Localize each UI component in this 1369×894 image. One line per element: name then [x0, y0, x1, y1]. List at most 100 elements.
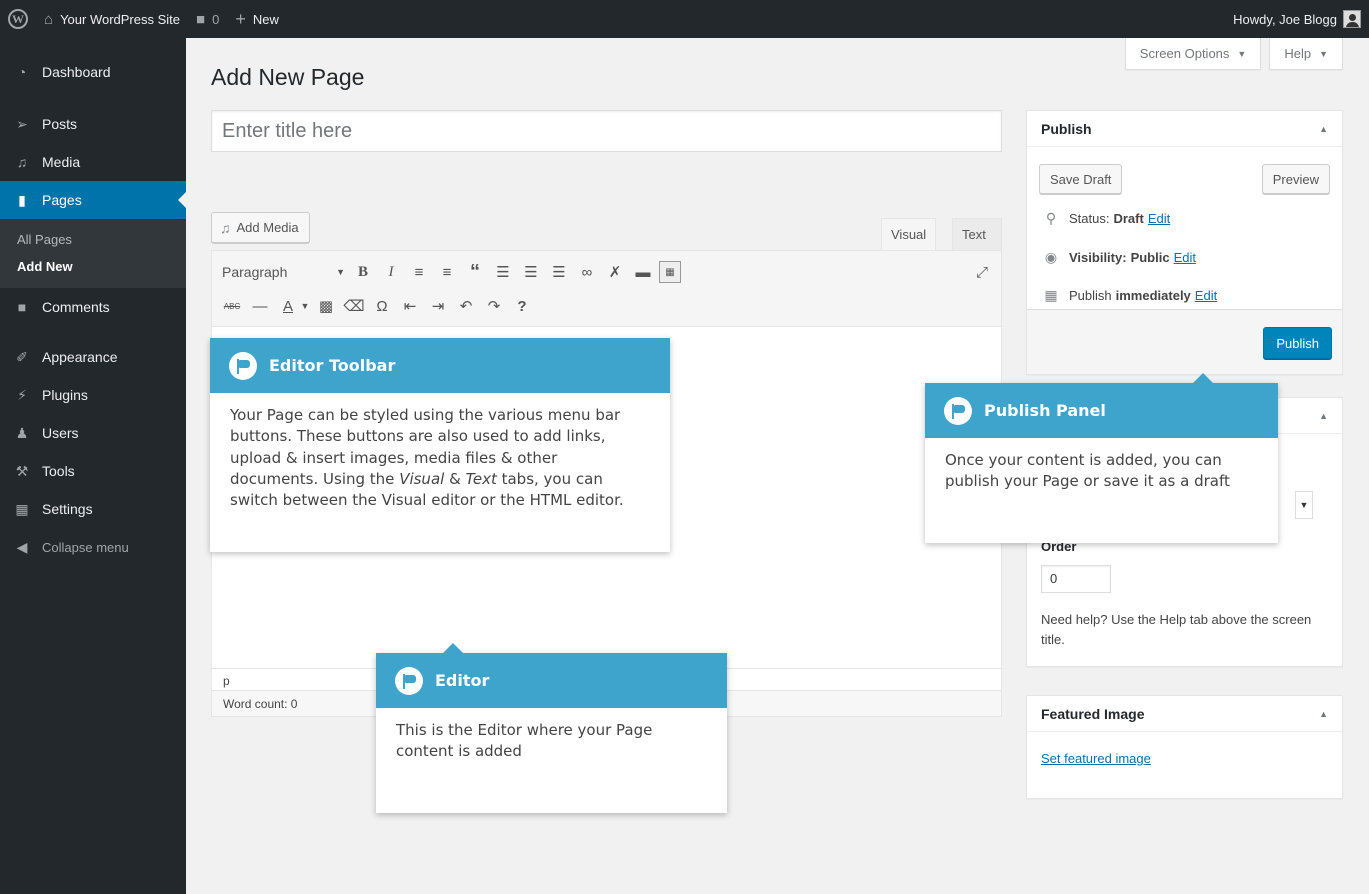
sidebar-item-label: Media	[42, 154, 81, 170]
attributes-help-text: Need help? Use the Help tab above the sc…	[1041, 612, 1312, 648]
collapse-menu-button[interactable]: ◀ Collapse menu	[0, 528, 186, 566]
preview-button[interactable]: Preview	[1261, 164, 1330, 194]
add-media-label: Add Media	[236, 220, 299, 235]
sidebar-item-appearance[interactable]: ✐ Appearance	[0, 338, 186, 376]
edit-schedule-link[interactable]: Edit	[1195, 288, 1217, 303]
collapse-arrow-icon[interactable]: ▲	[1319, 709, 1328, 719]
read-more-icon[interactable]: ▬	[631, 259, 655, 285]
toolbar-toggle-icon[interactable]: ▦	[659, 261, 681, 283]
callout-title: Editor	[435, 671, 490, 690]
callout-title: Publish Panel	[984, 401, 1106, 420]
indent-icon[interactable]: ⇥	[426, 293, 450, 319]
help-label: Help	[1284, 46, 1312, 61]
screen-options-label: Screen Options	[1139, 46, 1230, 61]
submenu-all-pages[interactable]: All Pages	[0, 226, 186, 253]
add-media-button[interactable]: ♫ Add Media	[211, 212, 310, 243]
publish-box-header[interactable]: Publish ▲	[1027, 111, 1342, 147]
status-label: Status:	[1069, 211, 1110, 226]
publish-button[interactable]: Publish	[1263, 327, 1332, 359]
special-character-icon[interactable]: Ω	[370, 293, 394, 319]
callout-header: Editor	[376, 653, 727, 708]
brush-icon: ✐	[16, 348, 28, 365]
help-icon[interactable]: ?	[510, 293, 534, 319]
flag-icon	[944, 396, 972, 425]
link-icon[interactable]: ∞	[575, 259, 599, 285]
text-color-icon[interactable]: A	[276, 293, 300, 319]
unlink-icon[interactable]: ✗	[603, 259, 627, 285]
format-select-value: Paragraph	[222, 264, 288, 280]
undo-icon[interactable]: ↶	[454, 293, 478, 319]
blockquote-icon[interactable]: “	[463, 259, 487, 285]
status-value: Draft	[1113, 211, 1144, 226]
bullet-list-icon[interactable]: ≡	[407, 259, 431, 285]
schedule-row: ▦ Publish immediately Edit	[1041, 287, 1217, 304]
comments-link[interactable]: ■ 0	[188, 0, 227, 38]
edit-status-link[interactable]: Edit	[1148, 211, 1170, 226]
italic-icon[interactable]: I	[379, 259, 403, 285]
sidebar-item-comments[interactable]: ■ Comments	[0, 288, 186, 326]
pages-icon: ▮	[18, 191, 26, 208]
outdent-icon[interactable]: ⇤	[398, 293, 422, 319]
site-name: Your WordPress Site	[60, 11, 181, 27]
screen-options-tab[interactable]: Screen Options ▼	[1124, 38, 1262, 70]
clear-formatting-icon[interactable]: ⌫	[342, 293, 366, 319]
visibility-label: Visibility:	[1069, 250, 1127, 265]
align-center-icon[interactable]: ☰	[519, 259, 543, 285]
sidebar-item-dashboard[interactable]: ◔ Dashboard	[0, 53, 186, 91]
my-account-link[interactable]: Howdy, Joe Blogg	[1225, 0, 1369, 38]
caret-down-icon[interactable]: ▼	[300, 293, 310, 319]
featured-image-box: Featured Image ▲ Set featured image	[1026, 695, 1343, 799]
align-right-icon[interactable]: ☰	[547, 259, 571, 285]
status-row: ⚲ Status: Draft Edit	[1041, 210, 1170, 227]
edit-visibility-link[interactable]: Edit	[1174, 250, 1196, 265]
media-icon: ♫	[16, 154, 28, 170]
sidebar-item-posts[interactable]: ➢ Posts	[0, 105, 186, 143]
sidebar-item-label: Pages	[42, 192, 82, 208]
media-icon: ♫	[220, 219, 231, 236]
collapse-arrow-icon[interactable]: ▲	[1319, 124, 1328, 134]
format-select[interactable]: Paragraph ▼	[220, 259, 351, 285]
sidebar-item-label: Dashboard	[42, 64, 111, 80]
align-left-icon[interactable]: ☰	[491, 259, 515, 285]
tab-visual[interactable]: Visual	[881, 218, 937, 250]
schedule-value: immediately	[1115, 288, 1191, 303]
horizontal-line-icon[interactable]: —	[248, 293, 272, 319]
wordpress-logo-icon[interactable]: W	[0, 0, 36, 38]
paste-text-icon[interactable]: ▩	[314, 293, 338, 319]
sidebar-item-media[interactable]: ♫ Media	[0, 143, 186, 181]
sidebar-item-users[interactable]: ♟ Users	[0, 414, 186, 452]
title-input[interactable]: Enter title here	[211, 110, 1002, 152]
callout-editor-toolbar: Editor Toolbar Your Page can be styled u…	[210, 338, 670, 552]
template-select-arrow[interactable]: ▼	[1295, 491, 1313, 519]
set-featured-image-link[interactable]: Set featured image	[1041, 751, 1151, 766]
redo-icon[interactable]: ↷	[482, 293, 506, 319]
new-content-link[interactable]: + New	[227, 0, 287, 38]
callout-text-visual: Visual	[399, 469, 445, 488]
sidebar-item-settings[interactable]: ▦ Settings	[0, 490, 186, 528]
bold-icon[interactable]: B	[351, 259, 375, 285]
callout-editor: Editor This is the Editor where your Pag…	[376, 643, 727, 813]
help-tab[interactable]: Help ▼	[1269, 38, 1343, 70]
plus-icon: +	[235, 8, 246, 29]
tab-text[interactable]: Text	[952, 218, 1002, 250]
callout-body: Once your content is added, you can publ…	[945, 451, 1230, 491]
collapse-arrow-icon[interactable]: ▲	[1319, 411, 1328, 421]
sidebar-item-tools[interactable]: ⚒ Tools	[0, 452, 186, 490]
tab-visual-label: Visual	[891, 227, 927, 242]
toolbar-row-2: ABC — A ▼ ▩ ⌫ Ω ⇤ ⇥ ↶ ↷ ?	[220, 293, 538, 319]
fullscreen-icon[interactable]: ⤢	[970, 259, 994, 285]
strikethrough-icon[interactable]: ABC	[220, 293, 244, 319]
sidebar-item-plugins[interactable]: ⚡ Plugins	[0, 376, 186, 414]
submenu-add-new[interactable]: Add New	[0, 253, 186, 280]
collapse-menu-label: Collapse menu	[42, 539, 129, 555]
caret-down-icon: ▼	[1237, 48, 1247, 59]
howdy-text: Howdy, Joe Blogg	[1233, 11, 1337, 27]
site-name-link[interactable]: ⌂ Your WordPress Site	[36, 0, 188, 38]
sidebar-item-pages[interactable]: ▮ Pages	[0, 181, 186, 219]
order-input[interactable]: 0	[1041, 565, 1111, 593]
featured-image-header[interactable]: Featured Image ▲	[1027, 696, 1342, 732]
save-draft-button[interactable]: Save Draft	[1039, 164, 1123, 194]
callout-body: This is the Editor where your Page conte…	[396, 721, 653, 761]
numbered-list-icon[interactable]: ≡	[435, 259, 459, 285]
pages-submenu: All Pages Add New	[0, 219, 186, 288]
